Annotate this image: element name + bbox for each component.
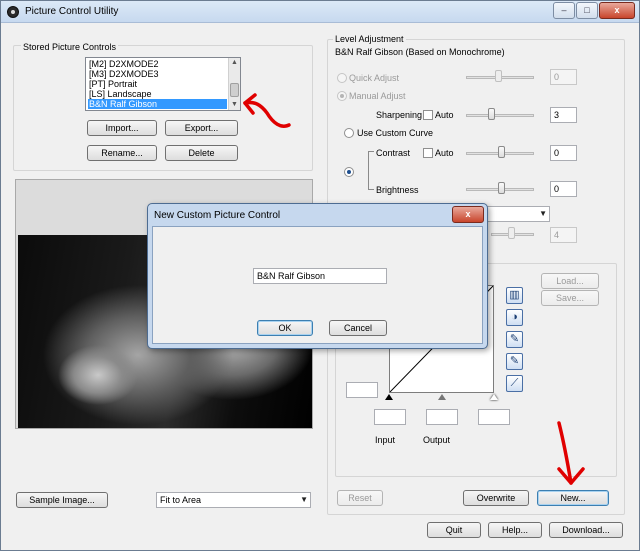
brightness-slider-thumb[interactable] <box>498 182 505 194</box>
download-button[interactable]: Download... <box>549 522 623 538</box>
quick-adjust-radio[interactable] <box>337 73 347 83</box>
delete-button[interactable]: Delete <box>165 145 238 161</box>
sharpening-auto-checkbox[interactable] <box>423 110 433 120</box>
title-bar[interactable]: Picture Control Utility – □ x <box>1 1 639 23</box>
help-button[interactable]: Help... <box>488 522 542 538</box>
auto-contrast-icon[interactable]: ◑ <box>506 309 523 326</box>
fit-select-value: Fit to Area <box>160 495 202 505</box>
fit-to-area-select[interactable]: Fit to Area ▼ <box>156 492 311 508</box>
contrast-label: Contrast <box>376 148 411 158</box>
quick-adjust-label: Quick Adjust <box>349 73 400 83</box>
sharpening-auto-label: Auto <box>435 110 454 120</box>
window-title: Picture Control Utility <box>25 6 119 17</box>
manual-adjust-label: Manual Adjust <box>349 91 406 101</box>
linear-curve-icon[interactable]: ⟋ <box>506 375 523 392</box>
mid-point-marker[interactable] <box>438 394 446 400</box>
reset-button[interactable]: Reset <box>337 490 383 506</box>
filter-effects-select[interactable]: ▼ <box>485 206 550 222</box>
quick-adjust-slider-thumb[interactable] <box>495 70 502 82</box>
sharpening-label: Sharpening <box>376 110 423 120</box>
minimize-button[interactable]: – <box>553 2 575 19</box>
picture-control-utility-window: Picture Control Utility – □ x Stored Pic… <box>0 0 640 551</box>
bracket-line <box>368 151 374 152</box>
list-item[interactable]: [LS] Landscape <box>88 89 227 99</box>
list-item[interactable]: [M2] D2XMODE2 <box>88 59 227 69</box>
app-icon <box>7 6 19 18</box>
quick-adjust-value[interactable]: 0 <box>550 69 577 85</box>
output-label: Output <box>423 435 451 445</box>
sharpening-value[interactable]: 3 <box>550 107 577 123</box>
list-item[interactable]: [M3] D2XMODE3 <box>88 69 227 79</box>
list-item[interactable]: [PT] Portrait <box>88 79 227 89</box>
scroll-up-icon[interactable]: ▲ <box>229 58 240 68</box>
bracket-line <box>368 189 374 190</box>
point-value-box[interactable] <box>346 382 378 398</box>
scroll-down-icon[interactable]: ▼ <box>229 100 240 110</box>
ok-button[interactable]: OK <box>257 320 313 336</box>
stored-picture-controls-label: Stored Picture Controls <box>21 42 119 52</box>
output-value-box[interactable] <box>426 409 458 425</box>
cancel-button[interactable]: Cancel <box>329 320 387 336</box>
use-custom-curve-label: Use Custom Curve <box>357 128 434 138</box>
rename-button[interactable]: Rename... <box>87 145 157 161</box>
dialog-close-button[interactable]: x <box>452 206 484 223</box>
input-label: Input <box>375 435 396 445</box>
sample-image-button[interactable]: Sample Image... <box>16 492 108 508</box>
input-value-box[interactable] <box>374 409 406 425</box>
list-item-selected[interactable]: B&N Ralf Gibson <box>88 99 227 109</box>
picture-control-name-input[interactable]: B&N Ralf Gibson <box>253 268 387 284</box>
toning-slider-thumb[interactable] <box>508 227 515 239</box>
chevron-down-icon: ▼ <box>539 209 547 218</box>
bracket-line <box>368 151 369 189</box>
sharpening-slider-thumb[interactable] <box>488 108 495 120</box>
save-curve-button[interactable]: Save... <box>541 290 599 306</box>
contrast-slider-thumb[interactable] <box>498 146 505 158</box>
toning-value[interactable]: 4 <box>550 227 577 243</box>
brightness-value[interactable]: 0 <box>550 181 577 197</box>
export-button[interactable]: Export... <box>165 120 238 136</box>
contrast-auto-checkbox[interactable] <box>423 148 433 158</box>
use-custom-curve-radio[interactable] <box>344 128 354 138</box>
picture-control-name: B&N Ralf Gibson (Based on Monochrome) <box>335 47 505 57</box>
brightness-label: Brightness <box>376 185 419 195</box>
import-button[interactable]: Import... <box>87 120 157 136</box>
load-curve-button[interactable]: Load... <box>541 273 599 289</box>
close-button[interactable]: x <box>599 2 635 19</box>
contrast-brightness-radio[interactable] <box>344 167 354 177</box>
chevron-down-icon: ▼ <box>300 495 308 504</box>
level-adjustment-label: Level Adjustment <box>333 34 406 44</box>
list-scrollbar[interactable]: ▲ ▼ <box>228 58 240 110</box>
contrast-auto-label: Auto <box>435 148 454 158</box>
histogram-icon[interactable]: ▥ <box>506 287 523 304</box>
gamma-value-box[interactable] <box>478 409 510 425</box>
sharpening-slider[interactable] <box>466 114 534 117</box>
manual-adjust-radio[interactable] <box>337 91 347 101</box>
new-button[interactable]: New... <box>537 490 609 506</box>
white-point-marker[interactable] <box>490 394 498 400</box>
black-point-marker[interactable] <box>385 394 393 400</box>
white-eyedropper-icon[interactable]: ✎ <box>506 353 523 370</box>
stored-picture-controls-list[interactable]: [M2] D2XMODE2 [M3] D2XMODE3 [PT] Portrai… <box>85 57 241 111</box>
dialog-title: New Custom Picture Control <box>154 210 281 221</box>
black-eyedropper-icon[interactable]: ✎ <box>506 331 523 348</box>
overwrite-button[interactable]: Overwrite <box>463 490 529 506</box>
quit-button[interactable]: Quit <box>427 522 481 538</box>
new-custom-picture-control-dialog: New Custom Picture Control x B&N Ralf Gi… <box>147 203 488 349</box>
dialog-body: B&N Ralf Gibson OK Cancel <box>152 226 483 344</box>
scroll-thumb[interactable] <box>230 83 239 97</box>
contrast-value[interactable]: 0 <box>550 145 577 161</box>
maximize-button[interactable]: □ <box>576 2 598 19</box>
